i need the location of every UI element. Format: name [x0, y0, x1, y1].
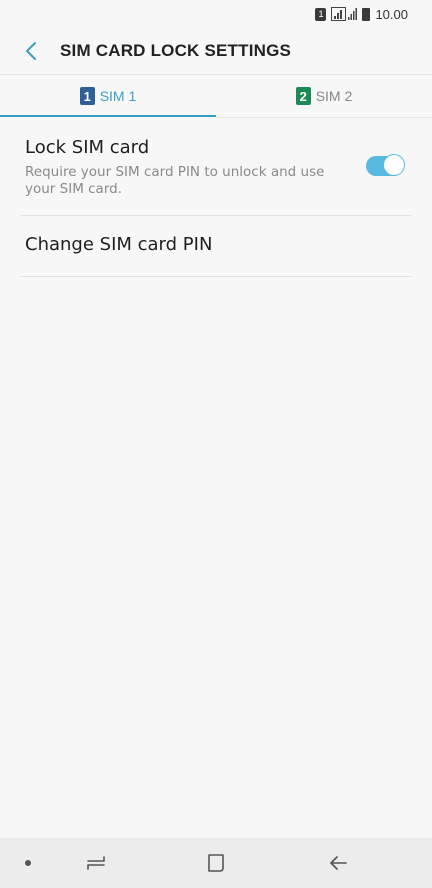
lock-sim-card-toggle[interactable] [366, 154, 405, 176]
tab-sim-1[interactable]: 1 SIM 1 [0, 75, 216, 117]
nav-dot-button[interactable] [18, 838, 38, 888]
lock-sim-card-description: Require your SIM card PIN to unlock and … [25, 164, 325, 197]
sim-1-badge: 1 [79, 87, 95, 105]
recent-apps-button[interactable] [76, 838, 116, 888]
sim-2-badge: 2 [295, 87, 311, 105]
sim-indicator-icon: 1 [315, 7, 327, 21]
lock-sim-card-title: Lock SIM card [25, 137, 150, 158]
back-nav-button[interactable] [318, 838, 358, 888]
status-time: 10.00 [375, 6, 408, 22]
tab-sim-1-label: SIM 1 [99, 88, 137, 104]
battery-icon [362, 7, 371, 21]
tab-sim-2-label: SIM 2 [315, 88, 353, 104]
back-button[interactable] [16, 36, 46, 66]
tab-sim-2[interactable]: 2 SIM 2 [216, 75, 432, 117]
toggle-knob [383, 154, 405, 176]
screen: 1 10.00 SIM CARD LOCK SETTINGS 1 SIM 1 2… [0, 0, 432, 888]
status-bar: 1 10.00 [0, 0, 432, 28]
app-header: SIM CARD LOCK SETTINGS [0, 28, 432, 74]
back-arrow-icon [330, 856, 347, 870]
recent-apps-icon [87, 856, 105, 870]
page-title: SIM CARD LOCK SETTINGS [60, 41, 292, 60]
row-divider [20, 276, 412, 277]
settings-list: Lock SIM card Require your SIM card PIN … [0, 118, 432, 277]
change-sim-pin-title: Change SIM card PIN [25, 234, 213, 255]
lock-sim-card-row[interactable]: Lock SIM card Require your SIM card PIN … [20, 118, 412, 216]
dot-icon [25, 860, 31, 866]
signal-icon [331, 6, 358, 21]
chevron-left-icon [26, 42, 36, 60]
sim-tabs: 1 SIM 1 2 SIM 2 [0, 75, 432, 117]
change-sim-pin-row[interactable]: Change SIM card PIN [20, 216, 412, 277]
home-button[interactable] [196, 838, 236, 888]
home-icon [208, 854, 224, 872]
navigation-bar [0, 838, 432, 888]
